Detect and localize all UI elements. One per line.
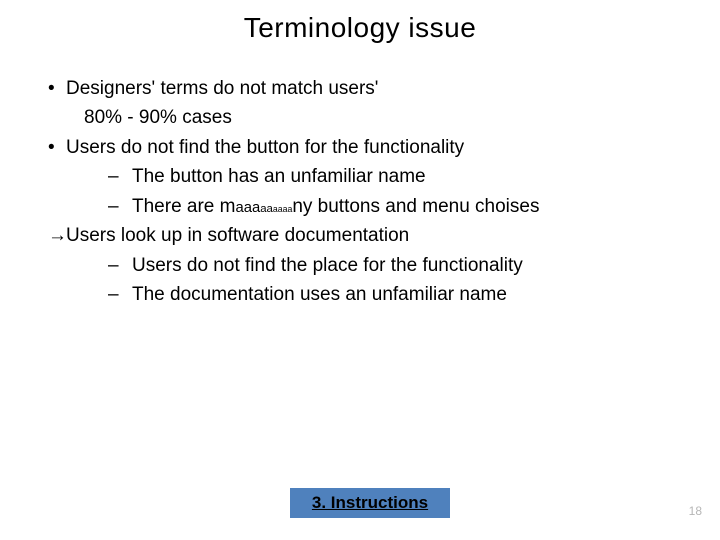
- frag: ny buttons and menu choises: [292, 196, 539, 217]
- slide-body: Designers' terms do not match users' 80%…: [0, 44, 720, 310]
- bullet-1-text: Designers' terms do not match users': [66, 74, 690, 103]
- subbullet-3b-text: The documentation uses an unfamiliar nam…: [132, 280, 690, 309]
- section-label: 3. Instructions: [290, 488, 450, 518]
- frag: There are m: [132, 196, 235, 217]
- arrow-right-icon: [30, 221, 66, 250]
- frag-small3: aaaa: [273, 204, 292, 214]
- slide-title: Terminology issue: [0, 0, 720, 44]
- bullet-dot-icon: [30, 74, 66, 103]
- subbullet-2a-text: The button has an unfamiliar name: [132, 162, 690, 191]
- dash-icon: [108, 162, 132, 191]
- bullet-1-cont-text: 80% - 90% cases: [84, 103, 690, 132]
- bullet-1: Designers' terms do not match users': [30, 74, 690, 103]
- subbullet-2a: The button has an unfamiliar name: [30, 162, 690, 191]
- dash-icon: [108, 192, 132, 221]
- dash-icon: [108, 251, 132, 280]
- page-number: 18: [689, 504, 702, 518]
- subbullet-3b: The documentation uses an unfamiliar nam…: [30, 280, 690, 309]
- frag-small1: aaa: [235, 200, 260, 216]
- bullet-1-cont: 80% - 90% cases: [30, 103, 690, 132]
- dash-icon: [108, 280, 132, 309]
- bullet-3-text: Users look up in software documentation: [66, 221, 690, 250]
- bullet-2-text: Users do not find the button for the fun…: [66, 133, 690, 162]
- bullet-3: Users look up in software documentation: [30, 221, 690, 250]
- bullet-dot-icon: [30, 133, 66, 162]
- subbullet-2b-text: There are maaaaaaaaany buttons and menu …: [132, 192, 690, 221]
- subbullet-3a-text: Users do not find the place for the func…: [132, 251, 690, 280]
- bullet-2: Users do not find the button for the fun…: [30, 133, 690, 162]
- subbullet-3a: Users do not find the place for the func…: [30, 251, 690, 280]
- frag-small2: aa: [260, 203, 273, 215]
- subbullet-2b: There are maaaaaaaaany buttons and menu …: [30, 192, 690, 221]
- slide: Terminology issue Designers' terms do no…: [0, 0, 720, 540]
